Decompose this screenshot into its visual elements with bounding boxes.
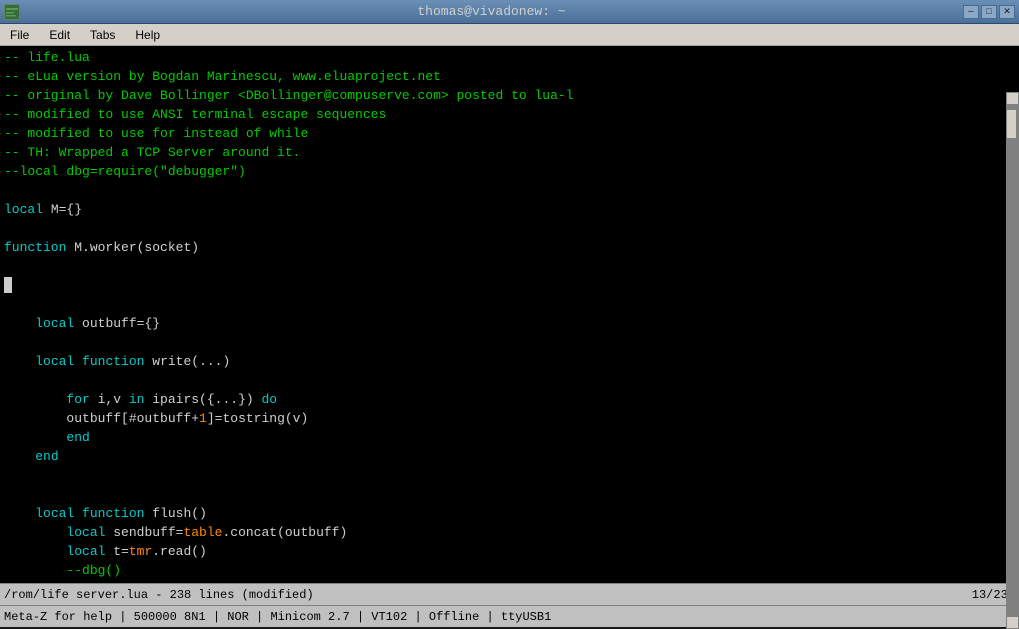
- code-line: local outbuff={}: [4, 314, 1015, 333]
- menu-tabs[interactable]: Tabs: [84, 26, 121, 44]
- code-line: local function flush(): [4, 504, 1015, 523]
- code-line: -- TH: Wrapped a TCP Server around it.: [4, 143, 1015, 162]
- code-line: local function write(...): [4, 352, 1015, 371]
- close-button[interactable]: ✕: [999, 5, 1015, 19]
- code-area[interactable]: -- life.lua -- eLua version by Bogdan Ma…: [0, 46, 1019, 583]
- title-text: thomas@vivadonew: ~: [417, 4, 565, 19]
- code-line: [4, 485, 1015, 504]
- menu-file[interactable]: File: [4, 26, 35, 44]
- code-line: [4, 466, 1015, 485]
- menu-help[interactable]: Help: [129, 26, 166, 44]
- code-line: function M.worker(socket): [4, 238, 1015, 257]
- code-line: [4, 276, 1015, 295]
- minimize-button[interactable]: ─: [963, 5, 979, 19]
- bottom-text: Meta-Z for help | 500000 8N1 | NOR | Min…: [4, 610, 551, 624]
- title-bar: thomas@vivadonew: ~ ─ □ ✕: [0, 0, 1019, 24]
- scrollbar[interactable]: ▲ ▼: [1006, 92, 1019, 629]
- code-line: -- life.lua: [4, 48, 1015, 67]
- maximize-button[interactable]: □: [981, 5, 997, 19]
- scroll-track[interactable]: [1006, 105, 1019, 616]
- status-bar: /rom/life server.lua - 238 lines (modifi…: [0, 583, 1019, 605]
- status-left: /rom/life server.lua - 238 lines (modifi…: [4, 588, 314, 602]
- code-line: outbuff[#outbuff+1]=tostring(v): [4, 409, 1015, 428]
- code-line: [4, 333, 1015, 352]
- code-line: [4, 371, 1015, 390]
- code-line: --dbg(): [4, 561, 1015, 580]
- terminal-icon: [4, 4, 20, 20]
- menu-edit[interactable]: Edit: [43, 26, 76, 44]
- code-line: -- eLua version by Bogdan Marinescu, www…: [4, 67, 1015, 86]
- code-line: [4, 295, 1015, 314]
- code-line: [4, 257, 1015, 276]
- code-line: local t=tmr.read(): [4, 542, 1015, 561]
- code-line: for i,v in ipairs({...}) do: [4, 390, 1015, 409]
- code-line: end: [4, 428, 1015, 447]
- scroll-up-button[interactable]: ▲: [1006, 92, 1019, 105]
- title-bar-controls[interactable]: ─ □ ✕: [963, 5, 1015, 19]
- bottom-bar: Meta-Z for help | 500000 8N1 | NOR | Min…: [0, 605, 1019, 627]
- code-line: -- modified to use ANSI terminal escape …: [4, 105, 1015, 124]
- code-line: [4, 219, 1015, 238]
- menu-bar: File Edit Tabs Help: [0, 24, 1019, 46]
- scroll-down-button[interactable]: ▼: [1006, 616, 1019, 629]
- code-line: [4, 181, 1015, 200]
- code-line: local M={}: [4, 200, 1015, 219]
- scroll-thumb[interactable]: [1006, 109, 1017, 139]
- main-container: -- life.lua -- eLua version by Bogdan Ma…: [0, 46, 1019, 583]
- code-line: local sendbuff=table.concat(outbuff): [4, 523, 1015, 542]
- code-line: -- modified to use for instead of while: [4, 124, 1015, 143]
- code-line: --local dbg=require("debugger"): [4, 162, 1015, 181]
- code-line: end: [4, 447, 1015, 466]
- code-line: -- original by Dave Bollinger <DBollinge…: [4, 86, 1015, 105]
